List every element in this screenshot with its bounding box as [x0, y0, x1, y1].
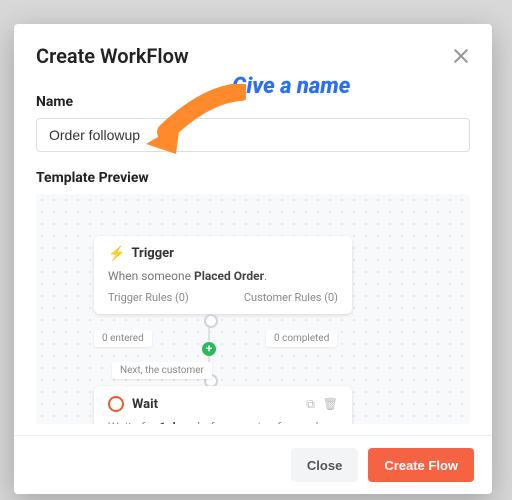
modal-body: Name Template Preview ⚡ Trigger When som…: [14, 94, 492, 424]
copy-icon[interactable]: ⧉: [306, 397, 315, 412]
create-workflow-modal: Create WorkFlow Name Template Preview ⚡ …: [14, 24, 492, 494]
annotation-text: Give a name: [232, 74, 350, 99]
create-flow-button[interactable]: Create Flow: [368, 448, 474, 482]
completed-chip: 0 completed: [266, 330, 337, 347]
wait-icon: [108, 396, 124, 412]
modal-title: Create WorkFlow: [36, 44, 189, 68]
bolt-icon: ⚡: [108, 247, 125, 261]
delete-icon[interactable]: 🗑: [323, 397, 338, 412]
trigger-title: Trigger: [131, 246, 173, 261]
connector-dot-top: [204, 314, 218, 328]
trigger-rules-count[interactable]: Trigger Rules (0): [108, 291, 189, 304]
template-preview-canvas: ⚡ Trigger When someone Placed Order. Tri…: [36, 194, 470, 424]
customer-rules-count[interactable]: Customer Rules (0): [244, 291, 338, 304]
template-preview-label: Template Preview: [36, 170, 470, 186]
wait-card[interactable]: Wait ⧉ 🗑 Waits for 1 days before moving …: [94, 386, 352, 424]
wait-title: Wait: [132, 397, 158, 412]
close-button[interactable]: Close: [291, 448, 358, 482]
workflow-name-input[interactable]: [36, 118, 470, 152]
trigger-card[interactable]: ⚡ Trigger When someone Placed Order. Tri…: [94, 236, 352, 314]
next-customer-chip: Next, the customer: [112, 362, 212, 379]
wait-description: Waits for 1 days before moving forward: [108, 420, 338, 424]
modal-footer: Close Create Flow: [14, 435, 492, 494]
trigger-card-header: ⚡ Trigger: [108, 246, 338, 261]
entered-chip: 0 entered: [94, 330, 152, 347]
wait-card-header: Wait: [108, 396, 158, 412]
close-icon[interactable]: [452, 47, 470, 65]
add-step-button[interactable]: +: [202, 342, 216, 356]
trigger-rules-row: Trigger Rules (0) Customer Rules (0): [108, 291, 338, 304]
trigger-description: When someone Placed Order.: [108, 269, 338, 283]
